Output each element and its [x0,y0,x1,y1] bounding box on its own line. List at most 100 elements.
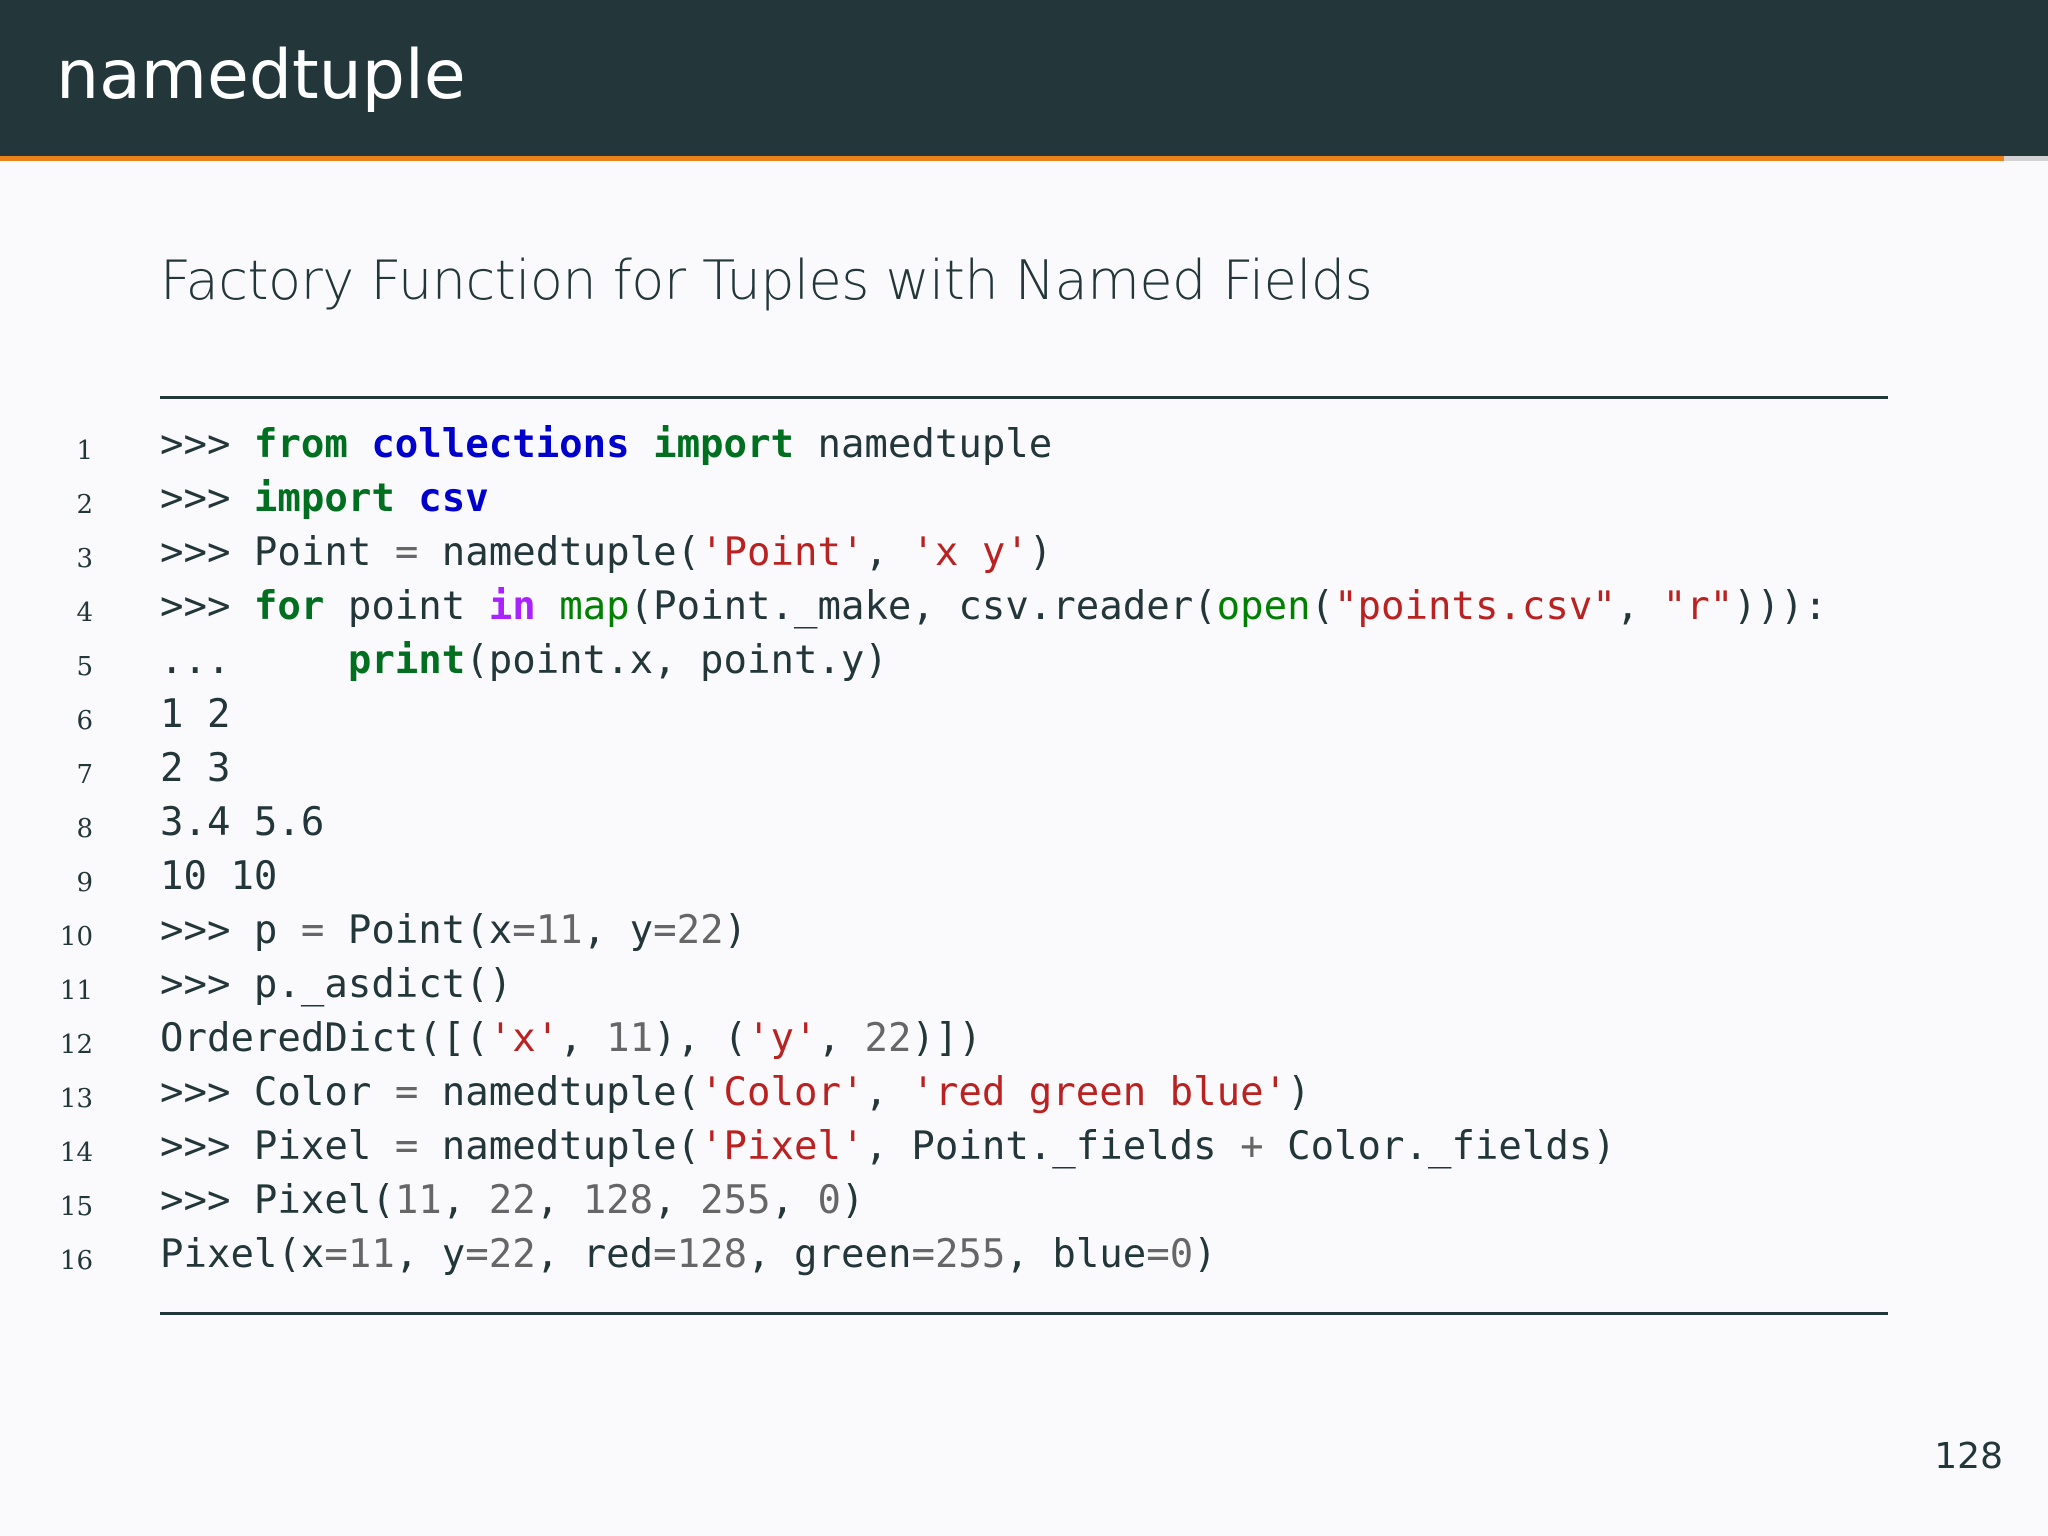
slide-title: namedtuple [56,36,466,115]
code-token-plain: ) [723,908,748,953]
code-text: >>> Pixel = namedtuple('Pixel', Point._f… [160,1120,1616,1174]
line-number: 7 [76,760,93,790]
code-token-number: 11 [347,1232,395,1277]
code-token-prompt: >>> [160,530,254,575]
code-token-plain: , green [747,1232,912,1277]
code-token-plain: (point.x, point.y) [465,638,888,683]
code-token-plain: p [253,908,301,953]
code-token-string: 'Pixel' [700,1124,865,1169]
code-line: 2 >>> import csv [0,472,2048,526]
code-token-string: 'x y' [911,530,1029,575]
code-text: >>> Color = namedtuple('Color', 'red gre… [160,1066,1311,1120]
code-token-keyword: print [347,638,466,683]
code-token-plain: , [653,1178,701,1223]
line-number: 5 [76,652,93,682]
code-token-plain: , Point._fields [864,1124,1241,1169]
code-text: >>> p = Point(x=11, y=22) [160,904,747,958]
code-line: 13 >>> Color = namedtuple('Color', 'red g… [0,1066,2048,1120]
code-token-plain: Pixel( [253,1178,395,1223]
code-token-operator: = [300,908,325,953]
code-token-plain: namedtuple [793,422,1053,467]
code-listing: 1 >>> from collections import namedtuple 2… [0,418,2048,1282]
code-token-number: 11 [606,1016,654,1061]
code-token-plain: , blue [1005,1232,1147,1277]
code-token-plain: p._asdict() [253,962,513,1007]
code-line: 7 2 3 [0,742,2048,796]
code-token-plain: namedtuple( [418,1070,701,1115]
code-token-operator: = [465,1232,489,1277]
code-token-prompt: ... [160,638,348,683]
code-text: 2 3 [160,742,230,796]
code-token-prompt: >>> [160,476,254,521]
code-token-plain: point [324,584,489,629]
code-text: Pixel(x=11, y=22, red=128, green=255, bl… [160,1228,1217,1282]
code-token-prompt: >>> [160,962,254,1007]
code-token-plain: Color [253,1070,395,1115]
code-token-operator: = [911,1232,935,1277]
code-token-operator: = [512,908,536,953]
code-token-keyword: from [253,422,348,467]
code-line: 12 OrderedDict([('x', 11), ('y', 22)]) [0,1012,2048,1066]
code-text: 10 10 [160,850,277,904]
code-line: 14 >>> Pixel = namedtuple('Pixel', Point.… [0,1120,2048,1174]
code-token-plain: ) [841,1178,865,1223]
code-token-plain: , [864,530,912,575]
page-number: 128 [1934,1436,2003,1477]
code-text: >>> Point = namedtuple('Point', 'x y') [160,526,1052,580]
code-line: 16 Pixel(x=11, y=22, red=128, green=255, … [0,1228,2048,1282]
code-token-string: "r" [1662,584,1734,629]
code-token-number: 22 [488,1178,536,1223]
code-token-plain: ) [1028,530,1053,575]
code-token-number: 255 [934,1232,1006,1277]
code-line: 11 >>> p._asdict() [0,958,2048,1012]
code-line: 8 3.4 5.6 [0,796,2048,850]
code-text: OrderedDict([('x', 11), ('y', 22)]) [160,1012,982,1066]
code-token-string: 'Color' [700,1070,865,1115]
code-token-operator: + [1240,1124,1264,1169]
code-token-number: 0 [817,1178,842,1223]
code-token-plain: namedtuple( [418,1124,701,1169]
code-bottom-rule [160,1312,1888,1315]
code-token-prompt: >>> [160,908,254,953]
line-number: 4 [76,598,93,628]
code-token-module: csv [418,476,489,521]
line-number: 13 [59,1084,93,1114]
code-token-number: 22 [676,908,724,953]
code-line: 3 >>> Point = namedtuple('Point', 'x y') [0,526,2048,580]
code-token-plain: , [864,1070,912,1115]
slide-subtitle: Factory Function for Tuples with Named F… [160,249,1373,312]
line-number: 15 [59,1192,93,1222]
code-token-plain: ) [1287,1070,1311,1115]
code-token-string: "points.csv" [1334,584,1616,629]
code-token-number: 11 [394,1178,442,1223]
code-token-plain: namedtuple( [418,530,701,575]
code-token-prompt: >>> [160,1070,254,1115]
code-token-plain: , [770,1178,818,1223]
code-token-module: collections [371,422,630,467]
code-token-output: 2 3 [160,746,231,791]
code-top-rule [160,396,1888,399]
code-token-output: 3.4 5.6 [160,800,325,845]
code-token-operator: = [394,1070,419,1115]
code-token-prompt: >>> [160,1178,254,1223]
code-token-plain: Pixel [253,1124,395,1169]
code-token-plain: , [559,1016,607,1061]
code-token-string: 'Point' [700,530,865,575]
code-token-number: 128 [676,1232,748,1277]
code-token-plain: OrderedDict([( [160,1016,489,1061]
code-text: >>> import csv [160,472,489,526]
code-token-plain: , [441,1178,489,1223]
code-line: 9 10 10 [0,850,2048,904]
code-token-operator: = [653,1232,677,1277]
code-token-plain: )]) [911,1016,982,1061]
code-token-keyword: import [253,476,395,521]
line-number: 14 [59,1138,93,1168]
line-number: 2 [76,490,93,520]
code-token-keyword: for [253,584,325,629]
line-number: 10 [59,922,93,952]
code-token-plain: ))): [1733,584,1828,629]
